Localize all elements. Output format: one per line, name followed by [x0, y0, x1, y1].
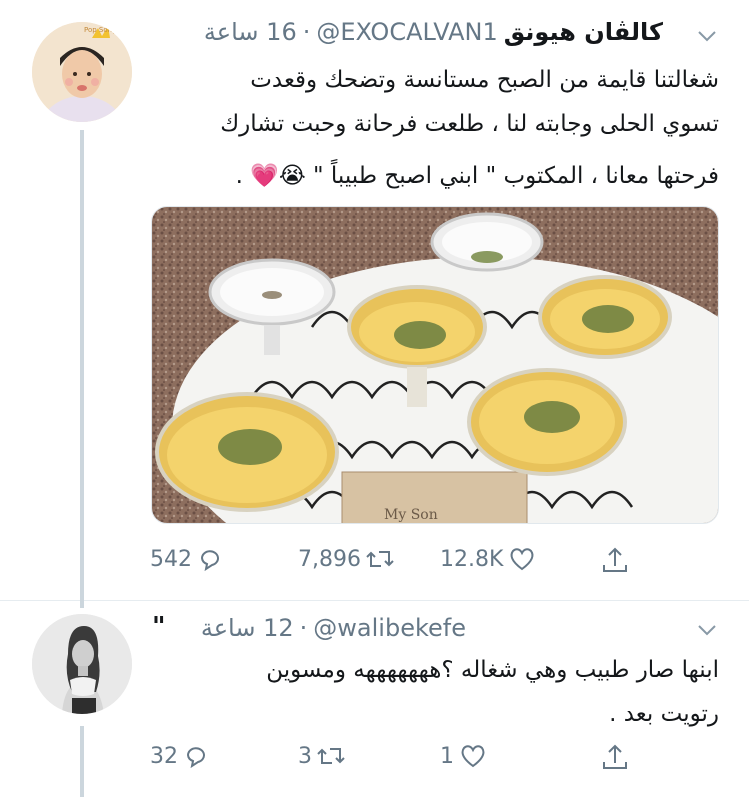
- avatar-image: Pop Song: [32, 22, 132, 122]
- timestamp[interactable]: 12 ساعة: [201, 614, 294, 642]
- avatar-image: [32, 614, 132, 714]
- retweet-icon: [366, 551, 394, 567]
- thread-line: [80, 726, 84, 797]
- avatar[interactable]: [32, 614, 132, 714]
- like-count: 1: [440, 743, 454, 769]
- timestamp[interactable]: 16 ساعة: [204, 18, 297, 46]
- reply-icon: [200, 550, 219, 572]
- display-name[interactable]: كالڤان هيونق: [504, 18, 663, 46]
- tweet-text-line: ابنها صار طبيب وهي شغاله ؟هههههههه ومسوي…: [266, 657, 719, 683]
- like-count: 12.8K: [440, 546, 504, 572]
- chevron-down-icon[interactable]: [697, 622, 717, 641]
- handle[interactable]: @EXOCALVAN1: [316, 18, 497, 46]
- tweet-text-line: فرحتها معانا ، المكتوب " ابني اصبح طبيبا…: [235, 163, 719, 189]
- separator-dot: ·: [302, 18, 311, 46]
- dessert-photo: My Son: [152, 207, 718, 523]
- tweet-header: @walibekefe · 12 ساعة: [201, 614, 466, 642]
- tweet-text: شغالتنا قايمة من الصبح مستانسة وتضحك وقع…: [220, 58, 719, 198]
- tweet-actions: 32 3 1: [150, 742, 640, 782]
- reply-button[interactable]: 32: [150, 742, 210, 770]
- heart-icon: [511, 548, 534, 571]
- like-button[interactable]: 1: [440, 742, 488, 770]
- retweet-count: 3: [298, 743, 312, 769]
- reply-count: 32: [150, 743, 178, 769]
- card-text: My Son: [384, 507, 438, 523]
- avatar[interactable]: Pop Song: [32, 22, 132, 122]
- reply-button[interactable]: 542: [150, 545, 224, 573]
- retweet-button[interactable]: 7,896: [298, 545, 395, 573]
- share-icon: [603, 547, 627, 572]
- tweet-text-line: رتويت بعد .: [609, 701, 719, 727]
- thread-line: [80, 600, 84, 608]
- svg-text:Pop Song: Pop Song: [84, 26, 117, 34]
- reply-icon: [186, 747, 205, 769]
- display-name[interactable]: ": [152, 612, 166, 642]
- tweet-text-line: شغالتنا قايمة من الصبح مستانسة وتضحك وقع…: [250, 67, 719, 93]
- chevron-down-icon[interactable]: [697, 28, 717, 47]
- tweet-1[interactable]: Pop Song كالڤان هيونق @EXOCALVAN1 · 16 س…: [0, 0, 749, 600]
- tweet-photo[interactable]: My Son: [151, 206, 719, 524]
- retweet-button[interactable]: 3: [298, 742, 346, 770]
- like-button[interactable]: 12.8K: [440, 545, 537, 573]
- tweet-actions: 542 7,896 12.8K: [150, 545, 640, 585]
- reply-count: 542: [150, 546, 192, 572]
- retweet-count: 7,896: [298, 546, 361, 572]
- tweet-2[interactable]: @walibekefe · 12 ساعة " ابنها صار طبيب و…: [0, 600, 749, 797]
- thread-line: [80, 130, 84, 600]
- tweet-text-line: تسوي الحلى وجابته لنا ، طلعت فرحانة وحبت…: [220, 111, 719, 137]
- handle[interactable]: @walibekefe: [313, 614, 466, 642]
- separator-dot: ·: [299, 614, 308, 642]
- tweet-text: ابنها صار طبيب وهي شغاله ؟هههههههه ومسوي…: [266, 648, 719, 736]
- share-button[interactable]: [600, 545, 630, 575]
- share-button[interactable]: [600, 742, 630, 772]
- tweet-header: كالڤان هيونق @EXOCALVAN1 · 16 ساعة: [204, 18, 663, 46]
- heart-icon: [461, 745, 485, 768]
- retweet-icon: [317, 748, 345, 764]
- share-icon: [603, 744, 627, 769]
